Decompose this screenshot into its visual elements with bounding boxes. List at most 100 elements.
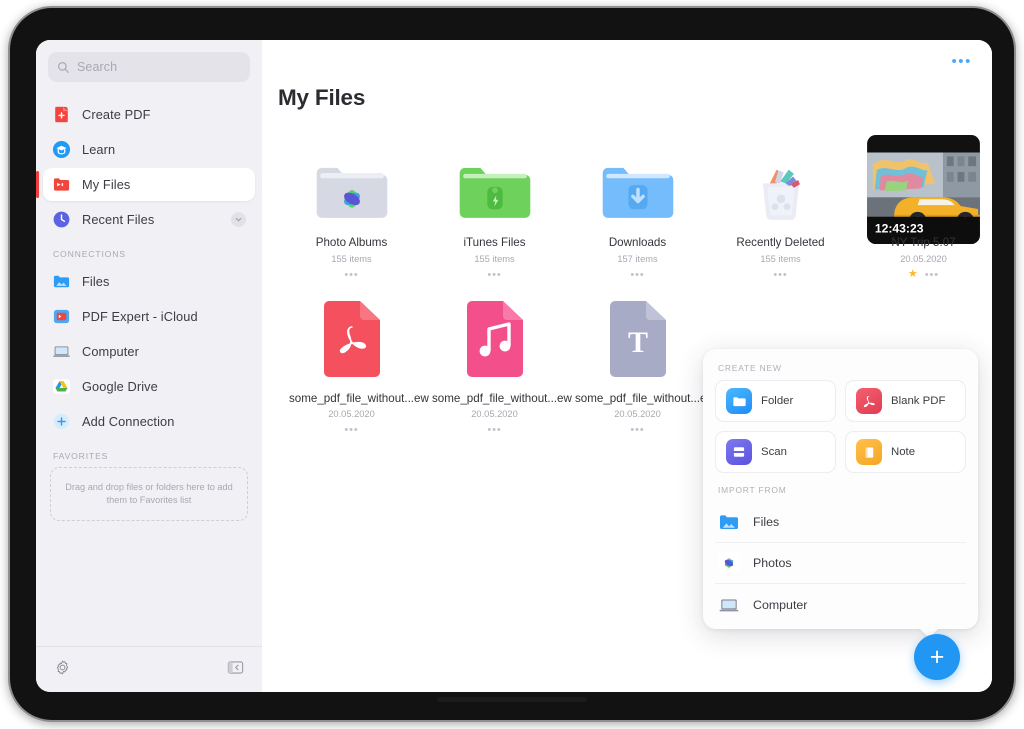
- grid-item-more-icon[interactable]: •••: [925, 269, 939, 280]
- popover-item-import-photos[interactable]: Photos: [715, 543, 966, 584]
- grid-item-more-icon[interactable]: •••: [630, 425, 644, 436]
- create-popover: CREATE NEW Folder Blank PDF Scan Note IM…: [703, 349, 978, 629]
- grid-item[interactable]: Downloads 157 items •••: [566, 135, 709, 281]
- import-from-list: Files Photos Computer: [715, 502, 966, 625]
- page-title: My Files: [278, 85, 366, 110]
- popover-item-label: Blank PDF: [891, 395, 946, 407]
- grid-item-name: NY Trip 5.07: [891, 236, 956, 249]
- note-icon: [856, 439, 882, 465]
- grid-item-sub: 155 items: [331, 253, 372, 264]
- sidebar-item-learn[interactable]: Learn: [43, 133, 255, 166]
- plus-icon: +: [929, 643, 945, 671]
- computer-laptop-icon: [52, 342, 71, 361]
- popover-item-label: Scan: [761, 446, 787, 458]
- grid-item[interactable]: some_pdf_file_without...ew 20.05.2020 ••…: [280, 291, 429, 437]
- files-folder-icon: [718, 511, 740, 533]
- folder-icon: [726, 388, 752, 414]
- photo-albums-folder-icon: [313, 135, 391, 223]
- home-indicator: [437, 697, 587, 702]
- sidebar-item-label: Create PDF: [82, 107, 151, 122]
- sidebar-item-label: Google Drive: [82, 379, 158, 394]
- collapse-sidebar-icon[interactable]: [227, 659, 244, 681]
- sidebar-item-recent-files[interactable]: Recent Files: [43, 203, 255, 236]
- grid-item-actions: •••: [630, 269, 644, 281]
- grid-item-sub: 157 items: [617, 253, 658, 264]
- favorites-section-header: FAVORITES: [53, 451, 109, 461]
- grid-item[interactable]: 12:43:23 NY Trip 5.07 20.05.2020 ★ •••: [852, 135, 992, 281]
- star-icon[interactable]: ★: [908, 269, 918, 280]
- grid-item-actions: •••: [773, 269, 787, 281]
- sidebar-item-google-drive[interactable]: Google Drive: [43, 370, 255, 403]
- grid-item-actions: ★ •••: [908, 269, 939, 281]
- grid-item-name: some_pdf_file_without...ew: [289, 391, 429, 405]
- files-folder-icon: [52, 272, 71, 291]
- computer-laptop-icon: [718, 594, 740, 616]
- search-input[interactable]: Search: [48, 52, 250, 82]
- grid-item-more-icon[interactable]: •••: [487, 425, 501, 436]
- grid-item-actions: •••: [630, 424, 644, 436]
- grid-item-sub: 20.05.2020: [900, 253, 947, 264]
- sidebar-item-label: My Files: [82, 177, 131, 192]
- popover-item-import-computer[interactable]: Computer: [715, 584, 966, 625]
- sidebar-item-label: Computer: [82, 344, 139, 359]
- grid-item[interactable]: iTunes Files 155 items •••: [423, 135, 566, 281]
- grid-item[interactable]: some_pdf_file_without...ew 20.05.2020 ••…: [423, 291, 572, 437]
- itunes-files-folder-icon: [456, 135, 534, 223]
- sidebar-item-label: Recent Files: [82, 212, 155, 227]
- search-icon: [57, 61, 70, 74]
- grid-item-more-icon[interactable]: •••: [344, 425, 358, 436]
- sidebar-item-computer[interactable]: Computer: [43, 335, 255, 368]
- sidebar-item-add-connection[interactable]: Add Connection: [43, 405, 255, 438]
- sidebar-item-label: Files: [82, 274, 110, 289]
- my-files-icon: [52, 175, 71, 194]
- grid-item-actions: •••: [487, 424, 501, 436]
- pdf-expert-icloud-icon: [52, 307, 71, 326]
- grid-item-sub: 20.05.2020: [328, 409, 375, 420]
- grid-item-sub: 155 items: [760, 253, 801, 264]
- favorites-dropzone[interactable]: Drag and drop files or folders here to a…: [50, 467, 248, 521]
- add-button-fab[interactable]: +: [914, 634, 960, 680]
- import-from-header: IMPORT FROM: [718, 485, 787, 495]
- google-drive-icon: [52, 377, 71, 396]
- popover-item-label: Computer: [753, 597, 808, 612]
- sidebar-item-create-pdf[interactable]: Create PDF: [43, 98, 255, 131]
- grid-item-more-icon[interactable]: •••: [773, 269, 787, 280]
- chevron-down-icon[interactable]: [231, 212, 246, 227]
- popover-item-label: Files: [753, 515, 780, 529]
- popover-item-folder[interactable]: Folder: [715, 380, 836, 422]
- popover-item-blank-pdf[interactable]: Blank PDF: [845, 380, 966, 422]
- audio-file-icon: [463, 291, 527, 379]
- sidebar-footer: [36, 646, 262, 692]
- popover-item-scan[interactable]: Scan: [715, 431, 836, 473]
- popover-item-import-files[interactable]: Files: [715, 502, 966, 543]
- blank-pdf-icon: [856, 388, 882, 414]
- grid-item-more-icon[interactable]: •••: [487, 269, 501, 280]
- ipad-screen: Search Create PDF Learn My Files Recent …: [36, 40, 992, 692]
- grid-item[interactable]: Photo Albums 155 items •••: [280, 135, 423, 281]
- grid-item-sub: 20.05.2020: [471, 409, 518, 420]
- learn-icon: [52, 140, 71, 159]
- sidebar-item-files[interactable]: Files: [43, 265, 255, 298]
- sidebar: Search Create PDF Learn My Files Recent …: [36, 40, 262, 692]
- popover-item-label: Note: [891, 446, 916, 458]
- sidebar-item-pdf-expert-icloud[interactable]: PDF Expert - iCloud: [43, 300, 255, 333]
- grid-item-name: some_pdf_file_without...ew: [575, 391, 715, 405]
- grid-item[interactable]: T some_pdf_file_without...ew 20.05.2020 …: [566, 291, 715, 437]
- gear-icon[interactable]: [54, 659, 71, 681]
- grid-item-more-icon[interactable]: •••: [344, 269, 358, 280]
- video-thumbnail: 12:43:23: [867, 135, 980, 244]
- plus-circle-icon: [52, 412, 71, 431]
- connections-section-header: CONNECTIONS: [53, 249, 126, 259]
- grid-item[interactable]: Recently Deleted 155 items •••: [709, 135, 852, 281]
- create-new-header: CREATE NEW: [718, 363, 782, 373]
- main-more-button[interactable]: •••: [951, 54, 972, 69]
- search-placeholder: Search: [77, 60, 118, 74]
- svg-text:T: T: [627, 326, 647, 359]
- popover-item-note[interactable]: Note: [845, 431, 966, 473]
- grid-item-name: Recently Deleted: [736, 236, 825, 249]
- popover-item-label: Folder: [761, 395, 794, 407]
- grid-item-more-icon[interactable]: •••: [630, 269, 644, 280]
- grid-item-actions: •••: [487, 269, 501, 281]
- sidebar-item-my-files[interactable]: My Files: [36, 168, 255, 201]
- ipad-device-frame: Search Create PDF Learn My Files Recent …: [8, 6, 1016, 722]
